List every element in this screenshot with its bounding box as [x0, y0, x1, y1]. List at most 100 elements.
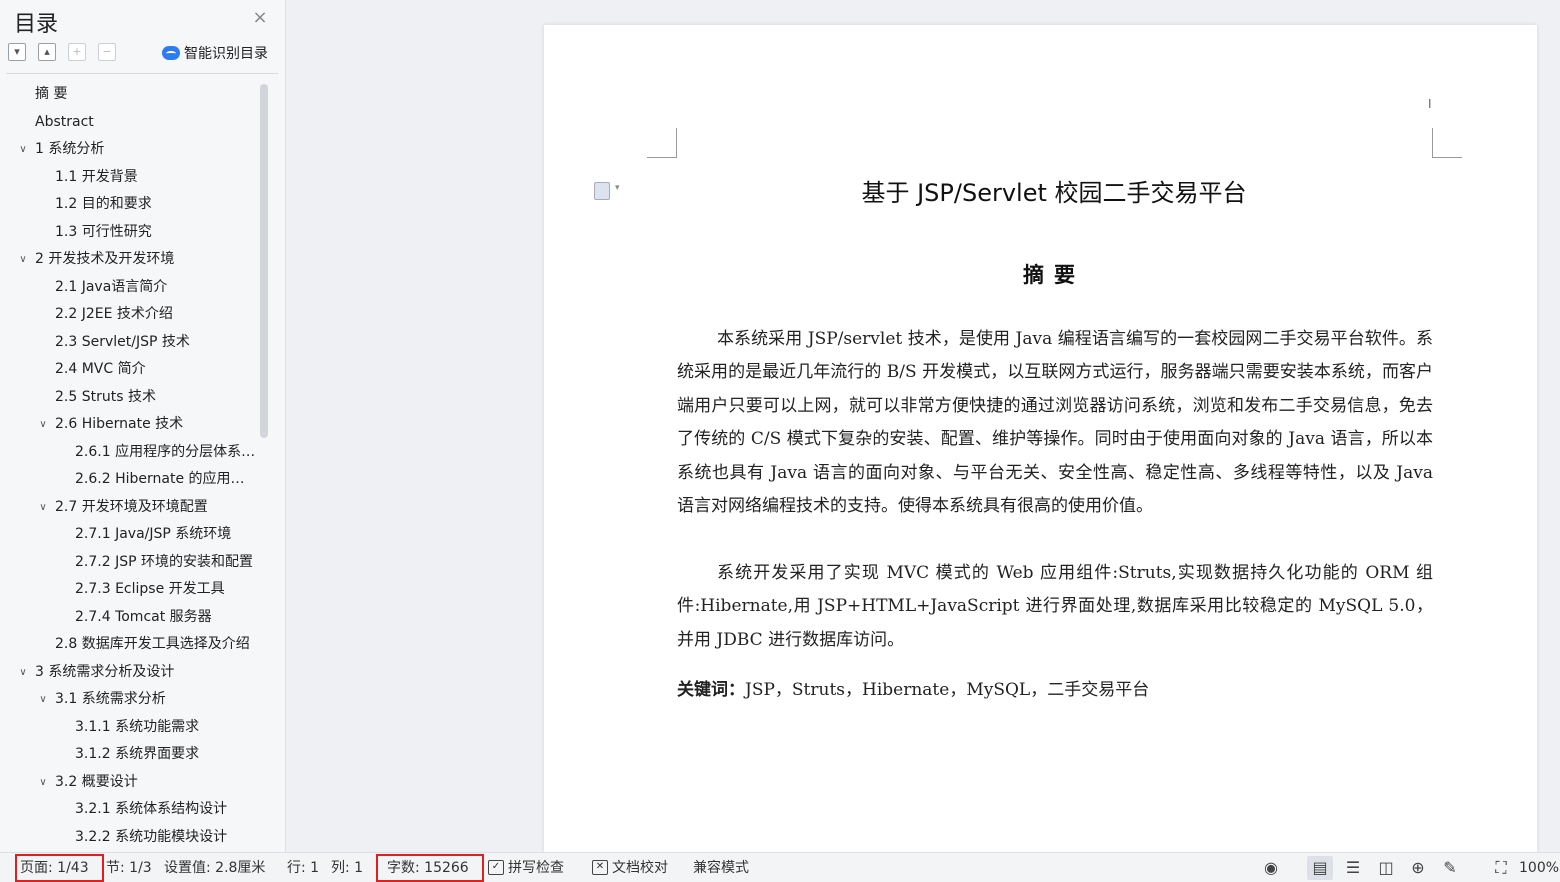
- abstract-paragraph-1: 本系统采用 JSP/servlet 技术，是使用 Java 编程语言编写的一套校…: [677, 329, 1433, 517]
- expand-up-icon[interactable]: ▴: [38, 43, 56, 61]
- toc-item[interactable]: ∨ 2.7 开发环境及环境配置: [0, 494, 258, 522]
- crop-mark-top-left: [647, 128, 677, 158]
- document-page[interactable]: I 基于 JSP/Servlet 校园二手交易平台 摘要 本系统采用 JSP/s…: [544, 25, 1537, 852]
- outline-view-icon[interactable]: ☰: [1340, 856, 1366, 880]
- toc-item[interactable]: 3.2.2 系统功能模块设计: [0, 824, 258, 852]
- toc-item[interactable]: ∨ 3.2 概要设计: [0, 769, 258, 797]
- toc-item[interactable]: 2.3 Servlet/JSP 技术: [0, 329, 258, 357]
- proofread-button[interactable]: ✕ 文档校对: [592, 853, 668, 882]
- toc-item-label: 1.2 目的和要求: [55, 196, 152, 212]
- toc-item-label: 摘 要: [35, 86, 68, 102]
- toc-item-label: 2.7.4 Tomcat 服务器: [75, 608, 212, 625]
- toc-divider: [6, 73, 278, 74]
- smart-toc-button[interactable]: 智能识别目录: [162, 43, 268, 63]
- spell-check-button[interactable]: ✓ 拼写检查: [488, 853, 564, 882]
- toc-item-label: 2.7.2 JSP 环境的安装和配置: [75, 553, 253, 570]
- word-count[interactable]: 字数: 15266: [376, 854, 484, 882]
- toc-item-label: 2.6 Hibernate 技术: [55, 416, 184, 432]
- toc-item-label: 2.6.2 Hibernate 的应用程序: [75, 471, 258, 487]
- toc-item-label: 3.1.1 系统功能需求: [75, 718, 200, 735]
- toc-item[interactable]: 3.1.1 系统功能需求: [0, 714, 258, 742]
- toc-item[interactable]: ∨ 3 系统需求分析及设计: [0, 659, 258, 687]
- add-level-icon[interactable]: +: [68, 43, 86, 61]
- toc-list: 摘 要 Abstract ∨ 1 系统分析 1.1 开发背景 1.2 目的和要求 1.3 可…: [0, 81, 258, 851]
- toc-item-label: 2.4 MVC 简介: [55, 361, 146, 377]
- toc-item-label: 2.6.1 应用程序的分层体系结构: [75, 443, 258, 460]
- toc-scrollbar[interactable]: [260, 84, 268, 438]
- pen-icon[interactable]: ✎: [1437, 856, 1463, 880]
- chevron-down-icon[interactable]: ∨: [36, 494, 50, 522]
- toc-item[interactable]: 摘 要: [0, 81, 258, 109]
- zoom-level[interactable]: 100%: [1519, 853, 1559, 882]
- toc-toolbar: ▾ ▴ + −: [8, 43, 116, 63]
- toc-item[interactable]: 2.7.3 Eclipse 开发工具: [0, 576, 258, 604]
- toc-item-label: 1.3 可行性研究: [55, 223, 152, 240]
- keywords-value: JSP，Struts，Hibernate，MySQL，二手交易平台: [745, 680, 1150, 700]
- toc-item[interactable]: 2.7.4 Tomcat 服务器: [0, 604, 258, 632]
- chevron-down-icon[interactable]: ∨: [16, 136, 30, 164]
- toc-item[interactable]: 2.5 Struts 技术: [0, 384, 258, 412]
- toc-item-label: 3 系统需求分析及设计: [35, 663, 175, 680]
- toc-item[interactable]: 1.1 开发背景: [0, 164, 258, 192]
- toc-item-label: 2.8 数据库开发工具选择及介绍: [55, 636, 250, 652]
- toc-item[interactable]: 1.3 可行性研究: [0, 219, 258, 247]
- cloud-icon: [162, 46, 180, 60]
- toc-item-label: 3.2.1 系统体系结构设计: [75, 801, 228, 817]
- chevron-down-icon[interactable]: ∨: [36, 769, 50, 797]
- spell-check-icon: ✓: [488, 860, 504, 875]
- toc-item[interactable]: 1.2 目的和要求: [0, 191, 258, 219]
- line-indicator: 行: 1: [287, 860, 320, 876]
- toc-item[interactable]: 3.1.2 系统界面要求: [0, 741, 258, 769]
- reading-view-icon[interactable]: ◫: [1373, 856, 1399, 880]
- toc-title: 目录: [14, 12, 59, 37]
- chevron-down-icon[interactable]: ∨: [36, 411, 50, 439]
- toc-item-label: 3.1 系统需求分析: [55, 691, 166, 707]
- toc-item[interactable]: Abstract: [0, 109, 258, 137]
- toc-item-label: 3.2.2 系统功能模块设计: [75, 828, 228, 845]
- toc-item[interactable]: ∨ 1 系统分析: [0, 136, 258, 164]
- web-view-icon[interactable]: ⊕: [1405, 856, 1431, 880]
- toc-item-label: 2.5 Struts 技术: [55, 388, 156, 405]
- toc-item[interactable]: 2.6.2 Hibernate 的应用程序: [0, 466, 258, 494]
- column-indicator: 列: 1: [331, 860, 364, 876]
- compat-mode-label: 兼容模式: [693, 860, 749, 876]
- eye-protection-icon[interactable]: ◉: [1258, 856, 1284, 880]
- toc-item-label: Abstract: [35, 113, 94, 130]
- keywords-line: 关键词：JSP，Struts，Hibernate，MySQL，二手交易平台: [677, 675, 1433, 705]
- toc-item-label: 2.1 Java语言简介: [55, 278, 168, 295]
- chevron-down-icon[interactable]: ∨: [16, 246, 30, 274]
- toc-item[interactable]: 2.8 数据库开发工具选择及介绍: [0, 631, 258, 659]
- toc-item[interactable]: 2.7.1 Java/JSP 系统环境: [0, 521, 258, 549]
- toc-item[interactable]: 2.1 Java语言简介: [0, 274, 258, 302]
- section-indicator: 节: 1/3: [106, 860, 152, 876]
- toc-item[interactable]: 2.2 J2EE 技术介绍: [0, 301, 258, 329]
- toc-item[interactable]: 3.2.1 系统体系结构设计: [0, 796, 258, 824]
- collapse-all-icon[interactable]: ▾: [8, 43, 26, 61]
- abstract-paragraph-2: 系统开发采用了实现 MVC 模式的 Web 应用组件:Struts,实现数据持久…: [677, 563, 1433, 650]
- toc-item-label: 3.2 概要设计: [55, 773, 138, 790]
- toc-item-label: 2.2 J2EE 技术介绍: [55, 306, 173, 322]
- toc-item[interactable]: ∨ 3.1 系统需求分析: [0, 686, 258, 714]
- toc-item[interactable]: ∨ 2 开发技术及开发环境: [0, 246, 258, 274]
- close-icon[interactable]: ×: [250, 8, 270, 28]
- toc-item[interactable]: 2.4 MVC 简介: [0, 356, 258, 384]
- toc-sidebar: 目录 × ▾ ▴ + − 智能识别目录 摘 要 Abstract ∨ 1 系统分析 1.…: [0, 0, 286, 852]
- proofread-label: 文档校对: [612, 860, 668, 876]
- chevron-down-icon[interactable]: ∨: [16, 659, 30, 687]
- status-bar: 页面: 1/43 节: 1/3 设置值: 2.8厘米 行: 1 列: 1 字数:…: [0, 852, 1560, 882]
- page-view-icon[interactable]: ▤: [1307, 856, 1333, 880]
- toc-item[interactable]: 2.7.2 JSP 环境的安装和配置: [0, 549, 258, 577]
- toc-item-label: 2.3 Servlet/JSP 技术: [55, 333, 190, 350]
- keywords-label: 关键词：: [677, 680, 745, 700]
- setting-indicator: 设置值: 2.8厘米: [164, 860, 266, 876]
- smart-toc-label: 智能识别目录: [184, 46, 268, 62]
- fit-page-icon[interactable]: ⛶: [1488, 856, 1514, 880]
- document-canvas[interactable]: I 基于 JSP/Servlet 校园二手交易平台 摘要 本系统采用 JSP/s…: [287, 0, 1560, 852]
- remove-level-icon[interactable]: −: [98, 43, 116, 61]
- toc-item[interactable]: ∨ 2.6 Hibernate 技术: [0, 411, 258, 439]
- toc-item-label: 2.7.1 Java/JSP 系统环境: [75, 526, 232, 542]
- crop-mark-top-right: [1432, 128, 1462, 158]
- page-indicator[interactable]: 页面: 1/43: [15, 854, 104, 882]
- toc-item[interactable]: 2.6.1 应用程序的分层体系结构: [0, 439, 258, 467]
- chevron-down-icon[interactable]: ∨: [36, 686, 50, 714]
